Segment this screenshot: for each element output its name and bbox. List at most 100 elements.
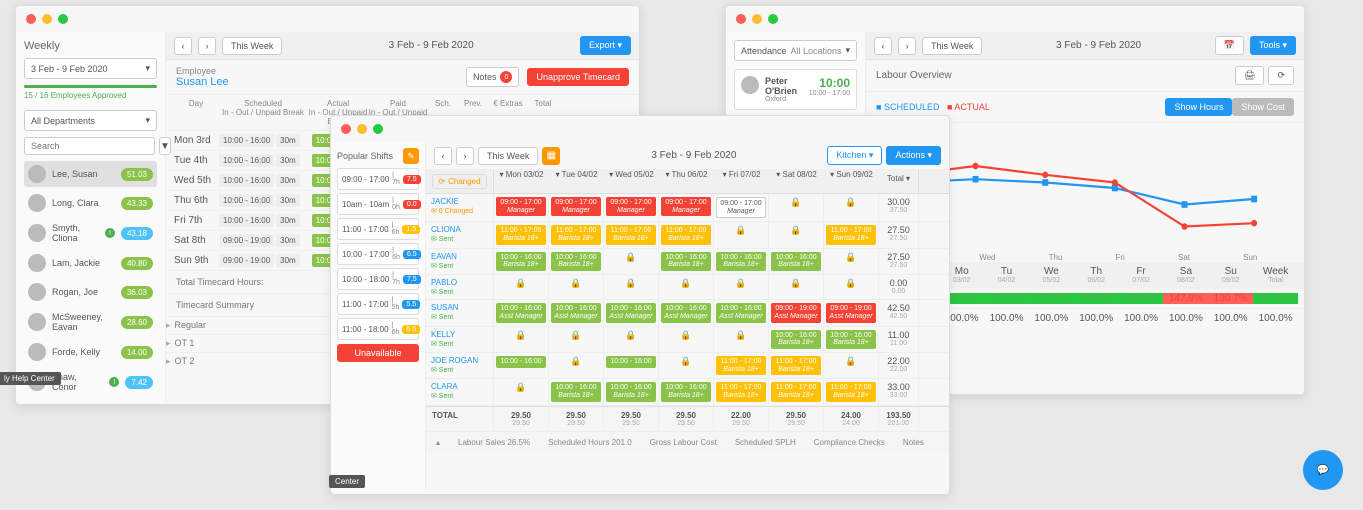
sync-button[interactable]: ⟳ (1268, 66, 1294, 85)
shift-cell[interactable]: 10:00 - 16:00 (604, 353, 659, 378)
day-header[interactable]: ▾ Mon 03/02 (494, 170, 549, 193)
maximize-icon[interactable] (768, 14, 778, 24)
employee-cell[interactable]: KELLY✉ Sent (426, 327, 494, 352)
unapprove-button[interactable]: Unapprove Timecard (527, 68, 629, 86)
employee-row[interactable]: Lee, Susan51.03 (24, 161, 157, 187)
shift-cell[interactable]: 10:00 - 16:00Barista 18+ (714, 249, 769, 274)
employee-cell[interactable]: CLARA✉ Sent (426, 379, 494, 404)
employee-cell[interactable]: EAVAN✉ Sent (426, 249, 494, 274)
chat-bubble[interactable]: 💬 (1303, 450, 1343, 490)
attendance-card[interactable]: Peter O'Brien Oxford 10:00 10:00 - 17:00 (734, 69, 857, 110)
department-select[interactable]: Kitchen ▾ (827, 146, 882, 165)
unavailable-button[interactable]: Unavailable (337, 344, 419, 362)
shift-preset[interactable]: 11:00 - 17:00| 6h1.5 (337, 218, 419, 240)
shift-cell[interactable]: 11:00 - 17:00Barista 18+ (769, 379, 824, 404)
shift-cell[interactable]: 11:00 - 17:00Barista 18+ (824, 379, 879, 404)
shift-preset[interactable]: 10am - 10am| 0h0.0 (337, 193, 419, 215)
shift-cell[interactable]: 10:00 - 16:00Barista 18+ (604, 379, 659, 404)
locked-cell[interactable]: 🔒 (549, 353, 604, 378)
close-icon[interactable] (736, 14, 746, 24)
shift-cell[interactable]: 09:00 - 19:00Asst Manager (824, 300, 879, 325)
employee-row[interactable]: Smyth, Cliona!43.18 (24, 219, 157, 247)
next-button[interactable]: › (898, 37, 916, 55)
show-cost-button[interactable]: Show Cost (1232, 98, 1294, 116)
employee-cell[interactable]: CLIONA✉ Sent (426, 222, 494, 247)
shift-cell[interactable]: 10:00 - 16:00Asst Manager (714, 300, 769, 325)
day-header[interactable]: ▾ Thu 06/02 (659, 170, 714, 193)
minimize-icon[interactable] (357, 124, 367, 134)
shift-cell[interactable]: 10:00 - 16:00Barista 18+ (549, 379, 604, 404)
maximize-icon[interactable] (373, 124, 383, 134)
shift-preset[interactable]: 09:00 - 17:00| 7h7.5 (337, 168, 419, 190)
prev-button[interactable]: ‹ (434, 147, 452, 165)
next-button[interactable]: › (456, 147, 474, 165)
maximize-icon[interactable] (58, 14, 68, 24)
shift-cell[interactable]: 10:00 - 16:00 (494, 353, 549, 378)
shift-cell[interactable]: 10:00 - 16:00Barista 18+ (494, 249, 549, 274)
shift-cell[interactable]: 09:00 - 17:00Manager (659, 194, 714, 221)
shift-cell[interactable]: 11:00 - 17:00Barista 18+ (714, 353, 769, 378)
calendar-button[interactable]: 📅 (1215, 36, 1244, 55)
locked-cell[interactable]: 🔒 (494, 275, 549, 299)
shift-cell[interactable]: 09:00 - 19:00Asst Manager (769, 300, 824, 325)
locked-cell[interactable]: 🔒 (494, 327, 549, 352)
shift-cell[interactable]: 11:00 - 17:00Barista 18+ (769, 353, 824, 378)
locked-cell[interactable]: 🔒 (824, 249, 879, 274)
total-header[interactable]: Total ▾ (879, 170, 919, 193)
locked-cell[interactable]: 🔒 (714, 327, 769, 352)
this-week-button[interactable]: This Week (922, 37, 982, 55)
locked-cell[interactable]: 🔒 (769, 194, 824, 221)
print-button[interactable]: 🖨 (1235, 66, 1264, 85)
shift-cell[interactable]: 10:00 - 16:00Asst Manager (549, 300, 604, 325)
expand-icon[interactable]: ▴ (436, 438, 440, 447)
edit-shifts-button[interactable]: ✎ (403, 148, 419, 164)
day-header[interactable]: ▾ Wed 05/02 (604, 170, 659, 193)
shift-cell[interactable]: 10:00 - 16:00Barista 18+ (769, 249, 824, 274)
locked-cell[interactable]: 🔒 (604, 327, 659, 352)
footer-stat[interactable]: Notes (903, 438, 924, 447)
shift-preset[interactable]: 10:00 - 17:00| 6h6.5 (337, 243, 419, 265)
footer-stat[interactable]: Compliance Checks (814, 438, 885, 447)
this-week-button[interactable]: This Week (222, 37, 282, 55)
footer-stat[interactable]: Scheduled Hours 201.0 (548, 438, 632, 447)
shift-cell[interactable]: 09:00 - 17:00Manager (714, 194, 769, 221)
day-header[interactable]: ▾ Sun 09/02 (824, 170, 879, 193)
department-picker[interactable]: All Departments▾ (24, 110, 157, 131)
locked-cell[interactable]: 🔒 (549, 327, 604, 352)
employee-name[interactable]: Susan Lee (176, 76, 458, 88)
locked-cell[interactable]: 🔒 (494, 379, 549, 404)
shift-cell[interactable]: 11:00 - 17:00Barista 18+ (494, 222, 549, 247)
locked-cell[interactable]: 🔒 (659, 353, 714, 378)
this-week-button[interactable]: This Week (478, 147, 538, 165)
close-icon[interactable] (26, 14, 36, 24)
prev-button[interactable]: ‹ (174, 37, 192, 55)
shift-preset[interactable]: 11:00 - 17:00| 5h5.5 (337, 293, 419, 315)
changed-indicator[interactable]: ⟳ Changed (432, 174, 486, 189)
employee-row[interactable]: McSweeney, Eavan28.60 (24, 308, 157, 336)
locked-cell[interactable]: 🔒 (824, 353, 879, 378)
shift-cell[interactable]: 10:00 - 16:00Asst Manager (659, 300, 714, 325)
locked-cell[interactable]: 🔒 (769, 275, 824, 299)
help-center-tag[interactable]: ly Help Center (0, 372, 61, 385)
shift-cell[interactable]: 11:00 - 17:00Barista 18+ (714, 379, 769, 404)
day-header[interactable]: ▾ Tue 04/02 (549, 170, 604, 193)
actions-button[interactable]: Actions ▾ (886, 146, 941, 165)
employee-cell[interactable]: PABLO✉ Sent (426, 275, 494, 299)
next-button[interactable]: › (198, 37, 216, 55)
shift-cell[interactable]: 09:00 - 17:00Manager (549, 194, 604, 221)
filter-button[interactable]: ▼ (159, 137, 171, 155)
locked-cell[interactable]: 🔒 (769, 222, 824, 247)
notes-button[interactable]: Notes0 (466, 67, 520, 87)
date-picker[interactable]: 3 Feb - 9 Feb 2020▾ (24, 58, 157, 79)
tools-button[interactable]: Tools ▾ (1250, 36, 1296, 55)
locked-cell[interactable]: 🔒 (604, 275, 659, 299)
minimize-icon[interactable] (752, 14, 762, 24)
shift-cell[interactable]: 10:00 - 16:00Barista 18+ (549, 249, 604, 274)
day-header[interactable]: ▾ Fri 07/02 (714, 170, 769, 193)
shift-cell[interactable]: 10:00 - 16:00Barista 18+ (659, 379, 714, 404)
shift-cell[interactable]: 11:00 - 17:00Barista 18+ (549, 222, 604, 247)
employee-row[interactable]: Long, Clara43.33 (24, 190, 157, 216)
shift-cell[interactable]: 09:00 - 17:00Manager (604, 194, 659, 221)
search-input[interactable] (24, 137, 155, 155)
calendar-button[interactable]: ▦ (542, 147, 560, 165)
